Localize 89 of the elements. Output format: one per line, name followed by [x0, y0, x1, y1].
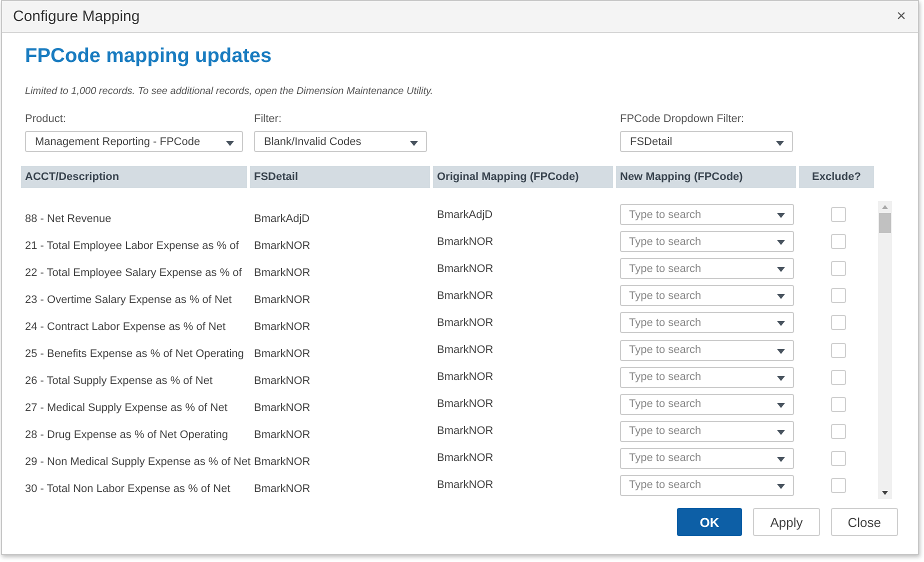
window-title: Configure Mapping: [13, 8, 140, 25]
checkbox[interactable]: [831, 396, 846, 412]
dialog-heading: FPCode mapping updates: [25, 45, 273, 68]
table-cell-text: 21 - Total Employee Labor Expense as % of: [24, 240, 240, 252]
checkbox[interactable]: [831, 450, 846, 466]
table-cell-text: BmarkNOR: [436, 425, 494, 438]
column-header: Exclude?: [799, 166, 874, 188]
checkbox[interactable]: [831, 207, 846, 222]
checkbox[interactable]: [831, 370, 846, 385]
search-field[interactable]: Type to search: [620, 231, 794, 252]
search-field[interactable]: Type to search: [620, 285, 794, 306]
table-cell-text: BmarkNOR: [253, 402, 312, 414]
field-label: FPCode Dropdown Filter:: [620, 113, 746, 125]
table-cell-text: BmarkNOR: [436, 452, 494, 464]
caret-icon: [777, 267, 785, 272]
table-cell-text: 24 - Contract Labor Expense as % of Net: [24, 320, 227, 333]
table-cell-text: 30 - Total Non Labor Expense as % of Net: [24, 483, 232, 496]
scrollbar-thumb[interactable]: [879, 213, 891, 233]
caret-icon: [777, 376, 785, 381]
search-field[interactable]: Type to search: [620, 258, 794, 280]
close-button[interactable]: ×: [892, 8, 910, 26]
search-field[interactable]: Type to search: [620, 448, 794, 469]
column-header: ACCT/Description: [21, 166, 247, 188]
scroll-down-icon[interactable]: [882, 491, 888, 495]
caret-icon: [777, 456, 785, 462]
search-field[interactable]: Type to search: [620, 394, 794, 415]
scroll-up-icon[interactable]: [882, 205, 888, 209]
table-cell-text: BmarkNOR: [436, 236, 494, 248]
checkbox[interactable]: [831, 424, 846, 439]
table-cell-text: 23 - Overtime Salary Expense as % of Net: [24, 294, 233, 306]
checkbox[interactable]: [831, 234, 846, 250]
checkbox[interactable]: [831, 478, 846, 493]
table-cell-text: BmarkNOR: [253, 483, 312, 496]
dialog-button[interactable]: OK: [676, 508, 742, 536]
caret-icon: [777, 240, 785, 246]
table-cell-text: BmarkNOR: [253, 266, 312, 279]
checkbox[interactable]: [831, 315, 846, 330]
table-cell-text: BmarkAdjD: [436, 208, 494, 221]
checkbox[interactable]: [831, 342, 846, 358]
caret-icon: [776, 140, 784, 146]
table-cell-text: BmarkNOR: [253, 456, 312, 468]
caret-icon: [777, 348, 785, 354]
column-header: Original Mapping (FPCode): [433, 166, 613, 188]
dropdown[interactable]: FSDetail: [620, 131, 793, 152]
table-cell-text: BmarkNOR: [436, 398, 494, 410]
table-cell-text: BmarkNOR: [436, 290, 494, 302]
dialog-button[interactable]: Apply: [753, 508, 820, 536]
search-field[interactable]: Type to search: [620, 420, 794, 442]
table-cell-text: BmarkNOR: [436, 316, 494, 329]
search-field[interactable]: Type to search: [620, 312, 794, 334]
table-cell-text: BmarkNOR: [253, 240, 312, 252]
column-header: New Mapping (FPCode): [616, 166, 796, 188]
search-field[interactable]: Type to search: [620, 204, 794, 226]
table-cell-text: BmarkNOR: [253, 375, 312, 388]
caret-icon: [777, 321, 785, 326]
checkbox[interactable]: [831, 261, 846, 276]
dialog-button[interactable]: Close: [830, 508, 898, 536]
table-cell-text: BmarkNOR: [436, 371, 494, 384]
checkbox[interactable]: [831, 288, 846, 304]
caret-icon: [410, 140, 418, 146]
dropdown[interactable]: Management Reporting - FPCode: [25, 131, 243, 152]
search-field[interactable]: Type to search: [620, 474, 794, 496]
column-header: FSDetail: [250, 166, 430, 188]
field-label: Filter:: [254, 113, 282, 125]
caret-icon: [226, 140, 234, 146]
table-cell-text: 25 - Benefits Expense as % of Net Operating: [24, 348, 245, 360]
search-field[interactable]: Type to search: [620, 340, 794, 361]
dropdown[interactable]: Blank/Invalid Codes: [254, 131, 427, 152]
table-cell-text: BmarkNOR: [253, 320, 312, 333]
search-field[interactable]: Type to search: [620, 366, 794, 388]
info-note: Limited to 1,000 records. To see additional records, open the Dimension Maintenance Utility.: [25, 86, 434, 97]
table-cell-text: BmarkNOR: [253, 429, 312, 442]
table-cell-text: BmarkNOR: [436, 344, 494, 356]
caret-icon: [777, 213, 785, 218]
table-cell-text: 27 - Medical Supply Expense as % of Net: [24, 402, 228, 414]
table-cell-text: 88 - Net Revenue: [24, 212, 112, 225]
caret-icon: [777, 402, 785, 408]
caret-icon: [777, 294, 785, 300]
table-cell-text: BmarkNOR: [253, 348, 312, 360]
table-cell-text: 26 - Total Supply Expense as % of Net: [24, 375, 214, 388]
caret-icon: [777, 430, 785, 435]
table-cell-text: 22 - Total Employee Salary Expense as % of: [24, 266, 243, 279]
caret-icon: [777, 484, 785, 489]
table-cell-text: BmarkNOR: [436, 262, 494, 275]
table-cell-text: 28 - Drug Expense as % of Net Operating: [24, 429, 229, 442]
table-cell-text: BmarkNOR: [436, 479, 494, 492]
table-cell-text: BmarkAdjD: [253, 212, 311, 225]
table-cell-text: BmarkNOR: [253, 294, 312, 306]
field-label: Product:: [25, 113, 67, 125]
